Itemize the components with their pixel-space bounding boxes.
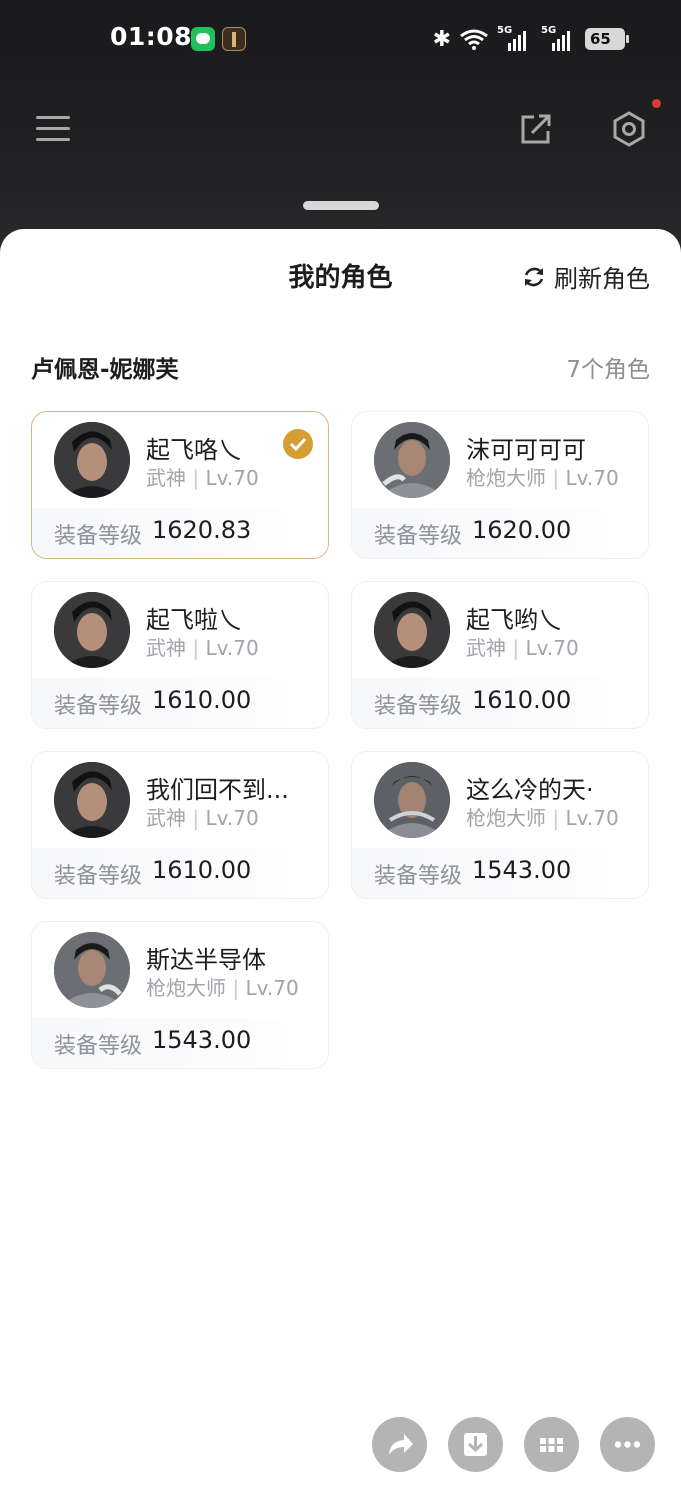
status-time: 01:08	[110, 22, 193, 51]
character-card[interactable]: 斯达半导体 枪炮大师 | Lv.70 装备等级 1543.00	[31, 921, 329, 1069]
gear-score-value: 1610.00	[152, 686, 252, 714]
character-avatar	[54, 422, 130, 498]
gear-score-label: 装备等级	[374, 864, 463, 889]
character-sheet: 我的角色 刷新角色 卢佩恩-妮娜芙 7个角色 起飞咯乀 武神 | Lv.70 装…	[0, 229, 681, 1500]
character-name: 我们回不到...	[146, 776, 289, 804]
character-class: 武神	[146, 636, 186, 660]
character-name: 起飞哟乀	[466, 606, 562, 634]
gear-score-value: 1620.83	[152, 516, 252, 544]
download-icon	[464, 1433, 487, 1456]
gear-score-value: 1543.00	[472, 856, 572, 884]
character-level: Lv.70	[565, 466, 619, 490]
gear-score-row: 装备等级 1610.00	[352, 678, 648, 728]
character-avatar	[54, 932, 130, 1008]
hexagon-settings-icon[interactable]	[610, 110, 648, 148]
share-arrow-icon	[389, 1434, 413, 1455]
character-name: 斯达半导体	[146, 946, 266, 974]
gear-score-label: 装备等级	[54, 864, 143, 889]
gear-score-value: 1610.00	[472, 686, 572, 714]
cellular-signal-1: 5G	[497, 25, 533, 51]
check-icon	[283, 429, 313, 459]
character-class: 武神	[466, 636, 506, 660]
character-level: Lv.70	[205, 466, 259, 490]
notification-dot	[652, 99, 661, 108]
character-card[interactable]: 沫可可可可 枪炮大师 | Lv.70 装备等级 1620.00	[351, 411, 649, 559]
gear-score-row: 装备等级 1620.83	[32, 508, 328, 558]
gear-score-value: 1543.00	[152, 1026, 252, 1054]
bluetooth-icon: ✱	[432, 26, 451, 52]
game-app-icon	[222, 27, 246, 51]
gear-score-value: 1620.00	[472, 516, 572, 544]
battery-indicator: 65	[585, 28, 629, 50]
character-count: 7个角色	[566, 357, 650, 383]
character-class: 枪炮大师	[466, 806, 546, 830]
gear-score-row: 装备等级 1610.00	[32, 678, 328, 728]
server-name: 卢佩恩-妮娜芙	[31, 357, 179, 383]
character-class-level: 枪炮大师 | Lv.70	[466, 466, 619, 490]
character-class: 武神	[146, 806, 186, 830]
character-level: Lv.70	[565, 806, 619, 830]
character-card[interactable]: 起飞哟乀 武神 | Lv.70 装备等级 1610.00	[351, 581, 649, 729]
character-class-level: 枪炮大师 | Lv.70	[466, 806, 619, 830]
character-avatar	[374, 422, 450, 498]
character-class-level: 武神 | Lv.70	[146, 636, 259, 660]
gear-score-row: 装备等级 1543.00	[32, 1018, 328, 1068]
menu-icon[interactable]	[36, 114, 70, 144]
wechat-icon	[191, 27, 215, 51]
character-avatar	[54, 762, 130, 838]
gear-score-row: 装备等级 1610.00	[32, 848, 328, 898]
refresh-icon	[524, 267, 544, 286]
character-card[interactable]: 起飞咯乀 武神 | Lv.70 装备等级 1620.83	[31, 411, 329, 559]
character-class-level: 枪炮大师 | Lv.70	[146, 976, 299, 1000]
more-button[interactable]	[600, 1417, 655, 1472]
character-card[interactable]: 我们回不到... 武神 | Lv.70 装备等级 1610.00	[31, 751, 329, 899]
gear-score-label: 装备等级	[54, 694, 143, 719]
gear-score-row: 装备等级 1620.00	[352, 508, 648, 558]
character-card[interactable]: 起飞啦乀 武神 | Lv.70 装备等级 1610.00	[31, 581, 329, 729]
system-icons: ✱ 5G 5G 65	[432, 24, 629, 54]
character-avatar	[54, 592, 130, 668]
share-arrow-button[interactable]	[372, 1417, 427, 1472]
character-name: 沫可可可可	[466, 436, 586, 464]
character-name: 这么冷的天·	[466, 776, 594, 804]
character-name: 起飞啦乀	[146, 606, 242, 634]
status-bar: 01:08 ✱ 5G 5G 65	[0, 0, 681, 78]
cellular-signal-2: 5G	[541, 25, 577, 51]
character-class-level: 武神 | Lv.70	[146, 806, 259, 830]
character-class: 枪炮大师	[466, 466, 546, 490]
gear-score-label: 装备等级	[54, 524, 143, 549]
character-avatar	[374, 762, 450, 838]
character-level: Lv.70	[205, 806, 259, 830]
character-card[interactable]: 这么冷的天· 枪炮大师 | Lv.70 装备等级 1543.00	[351, 751, 649, 899]
wifi-icon	[460, 29, 488, 50]
gear-score-label: 装备等级	[374, 694, 463, 719]
character-class-level: 武神 | Lv.70	[146, 466, 259, 490]
character-name: 起飞咯乀	[146, 436, 242, 464]
grid-menu-button[interactable]	[524, 1417, 579, 1472]
more-icon	[614, 1441, 641, 1448]
refresh-characters-button[interactable]: 刷新角色	[522, 259, 650, 294]
gear-score-label: 装备等级	[374, 524, 463, 549]
share-icon[interactable]	[520, 111, 554, 145]
gear-score-value: 1610.00	[152, 856, 252, 884]
character-level: Lv.70	[245, 976, 299, 1000]
gear-score-row: 装备等级 1543.00	[352, 848, 648, 898]
grid-icon	[540, 1438, 563, 1452]
sheet-grabber-handle[interactable]	[303, 201, 379, 210]
gear-score-label: 装备等级	[54, 1034, 143, 1059]
character-class: 武神	[146, 466, 186, 490]
character-level: Lv.70	[525, 636, 579, 660]
character-class: 枪炮大师	[146, 976, 226, 1000]
refresh-label: 刷新角色	[554, 265, 650, 293]
character-level: Lv.70	[205, 636, 259, 660]
download-button[interactable]	[448, 1417, 503, 1472]
character-avatar	[374, 592, 450, 668]
character-class-level: 武神 | Lv.70	[466, 636, 579, 660]
